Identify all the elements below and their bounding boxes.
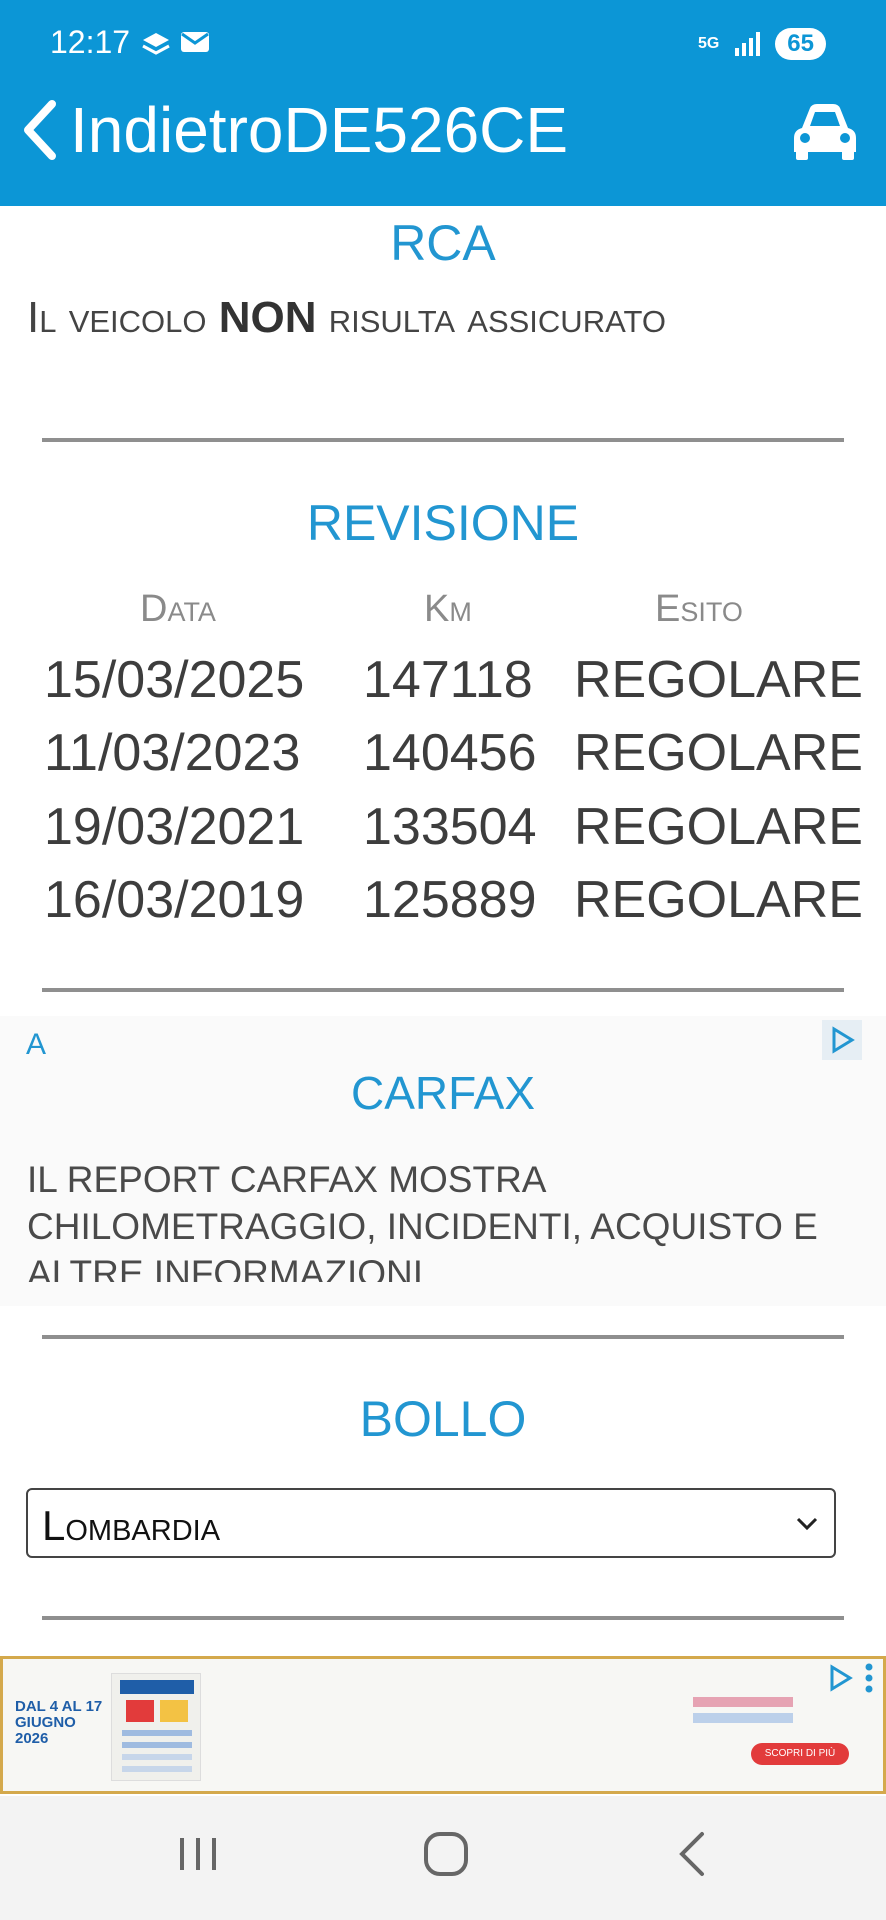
car-icon	[794, 104, 856, 160]
table-row: 11/03/2023 140456 REGOLARE	[0, 723, 886, 795]
ad-controls	[823, 1661, 875, 1695]
table-row: 16/03/2019 125889 REGOLARE	[0, 870, 886, 942]
home-icon	[424, 1832, 468, 1876]
ad-choices-icon[interactable]	[822, 1020, 862, 1060]
row-date: 16/03/2019	[44, 871, 305, 929]
more-options-icon[interactable]	[863, 1661, 875, 1695]
status-icons-right: 5G 65	[698, 28, 826, 60]
ad-label: A	[26, 1028, 47, 1061]
rca-text-strong: NON	[218, 293, 317, 342]
status-time: 12:17	[50, 24, 131, 60]
system-navigation-bar	[0, 1796, 886, 1920]
region-selected-value: Lombardia	[42, 1502, 221, 1549]
plate-title: DE526CE	[283, 94, 569, 166]
chevron-left-icon	[24, 100, 56, 160]
rca-text-after: risulta assicurato	[316, 293, 666, 342]
row-date: 11/03/2023	[44, 724, 301, 782]
bottom-banner-ad[interactable]: DAL 4 AL 17 GIUGNO 2026 SCOPRI DI PIÙ	[0, 1656, 886, 1794]
ad-date-text: DAL 4 AL 17 GIUGNO 2026	[15, 1698, 103, 1747]
region-select[interactable]: Lombardia	[26, 1488, 836, 1558]
column-header-esito: Esito	[655, 588, 743, 630]
play-triangle-icon	[832, 1026, 855, 1054]
recent-apps-icon	[180, 1838, 216, 1870]
divider	[42, 988, 844, 992]
row-esito: REGOLARE	[574, 798, 863, 856]
row-km: 140456	[363, 724, 537, 782]
notification-icon	[142, 33, 170, 55]
app-header: 12:17 5G 65 IndietroDE526CE	[0, 0, 886, 206]
row-esito: REGOLARE	[574, 724, 863, 782]
carfax-ad[interactable]: A CARFAX IL REPORT CARFAX MOSTRA CHILOME…	[0, 1016, 886, 1306]
divider	[42, 1616, 844, 1620]
table-row: 19/03/2021 133504 REGOLARE	[0, 797, 886, 869]
carfax-description: IL REPORT CARFAX MOSTRA CHILOMETRAGGIO, …	[27, 1159, 818, 1282]
ad-brand-graphic	[693, 1697, 793, 1723]
back-button[interactable]: IndietroDE526CE	[20, 98, 568, 162]
row-km: 133504	[363, 798, 537, 856]
signal-icon	[735, 32, 761, 56]
ad-cta-button[interactable]: SCOPRI DI PIÙ	[751, 1743, 849, 1765]
row-esito: REGOLARE	[574, 651, 863, 709]
back-arrow-icon	[679, 1832, 704, 1876]
car-button[interactable]	[790, 102, 860, 166]
chevron-down-icon	[796, 1517, 818, 1531]
column-header-data: Data	[140, 588, 216, 630]
rca-status-text: Il veicolo NON risulta assicurato	[27, 286, 827, 349]
divider	[42, 438, 844, 442]
column-header-km: Km	[424, 588, 472, 630]
battery-indicator: 65	[775, 28, 826, 60]
back-label: Indietro	[70, 94, 284, 166]
rca-text-before: Il veicolo	[27, 293, 219, 342]
row-esito: REGOLARE	[574, 871, 863, 929]
mail-icon	[181, 32, 209, 52]
table-row: 15/03/2025 147118 REGOLARE	[0, 650, 886, 722]
revisione-title: REVISIONE	[306, 495, 580, 551]
flyer-graphic	[120, 1680, 194, 1772]
system-back-button[interactable]	[666, 1826, 722, 1886]
ad-choices-icon[interactable]	[823, 1661, 857, 1695]
row-km: 147118	[363, 651, 533, 709]
ad-flyer-image	[111, 1673, 201, 1781]
status-icons-left	[140, 30, 210, 58]
divider	[42, 1335, 844, 1339]
carfax-title: CARFAX	[350, 1067, 536, 1119]
network-label: 5G	[697, 35, 720, 52]
rca-title: RCA	[390, 215, 496, 271]
row-km: 125889	[363, 871, 537, 929]
row-date: 15/03/2025	[44, 651, 305, 709]
row-date: 19/03/2021	[44, 798, 305, 856]
bollo-title: BOLLO	[359, 1391, 527, 1447]
recent-apps-button[interactable]	[170, 1826, 226, 1886]
home-button[interactable]	[418, 1826, 474, 1886]
